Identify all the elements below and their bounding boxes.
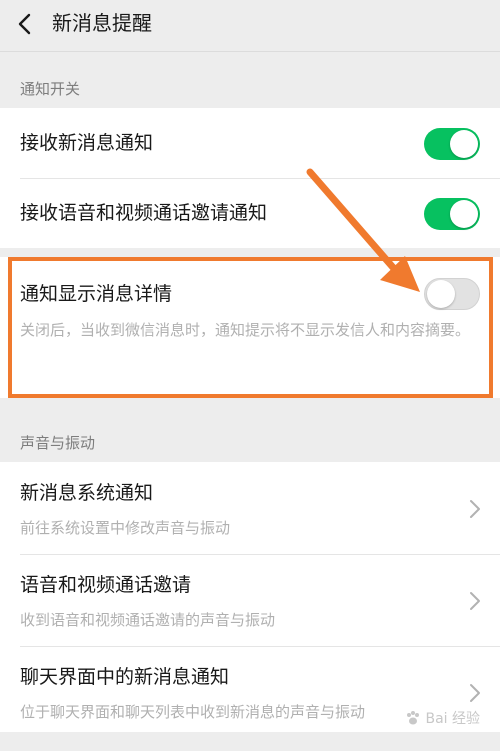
sound-vibration-panel: 新消息系统通知 前往系统设置中修改声音与振动 语音和视频通话邀请 收到语音和视频… [0,462,500,732]
toggle-knob [450,130,478,158]
chevron-left-icon[interactable] [14,12,38,36]
row-title: 聊天界面中的新消息通知 [20,666,230,688]
annotation-highlight-box [8,257,493,398]
row-call-invite-sound[interactable]: 语音和视频通话邀请 收到语音和视频通话邀请的声音与振动 [0,554,500,644]
row-receive-new-message[interactable]: 接收新消息通知 [0,108,500,178]
section-label-sound-vibration: 声音与振动 [20,434,96,452]
watermark: Bai 经验 [404,709,480,729]
row-description: 前往系统设置中修改声音与振动 [20,519,231,537]
toggle-knob [450,200,478,228]
notification-switches-panel: 接收新消息通知 接收语音和视频通话邀请通知 [0,108,500,248]
receive-call-invite-toggle[interactable] [424,198,480,230]
row-receive-call-invite[interactable]: 接收语音和视频通话邀请通知 [0,178,500,248]
chevron-right-icon [470,684,480,702]
row-title: 新消息系统通知 [20,482,154,504]
chevron-right-icon [470,592,480,610]
row-description: 收到语音和视频通话邀请的声音与振动 [20,611,276,629]
page-title: 新消息提醒 [52,11,152,35]
row-system-notification[interactable]: 新消息系统通知 前往系统设置中修改声音与振动 [0,462,500,552]
row-title: 语音和视频通话邀请 [20,574,192,596]
header-bar: 新消息提醒 [0,0,500,52]
paw-icon [407,711,420,725]
receive-new-message-toggle[interactable] [424,128,480,160]
chevron-right-icon [470,500,480,518]
section-label-notification-switches: 通知开关 [20,80,81,98]
row-title: 接收语音和视频通话邀请通知 [20,202,268,224]
watermark-text: Bai 经验 [425,711,480,727]
row-title: 接收新消息通知 [20,132,154,154]
row-description: 位于聊天界面和聊天列表中收到新消息的声音与振动 [20,703,366,721]
